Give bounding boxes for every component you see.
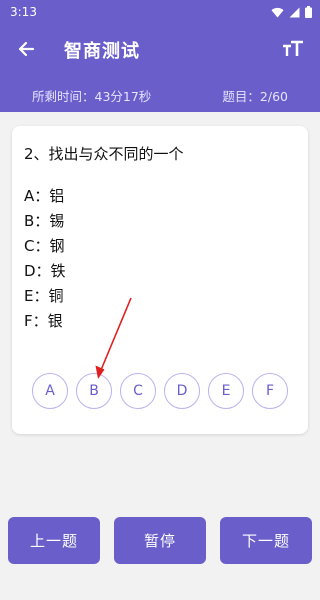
option-d: D：铁 — [24, 262, 66, 280]
time-remaining: 所剩时间：43分17秒 — [32, 89, 152, 104]
answer-button-f[interactable]: F — [252, 373, 288, 409]
page-title: 智商测试 — [64, 41, 140, 62]
option-a: A：铝 — [24, 187, 65, 205]
info-bar: 所剩时间：43分17秒 题目：2/60 — [0, 74, 320, 112]
answer-button-a[interactable]: A — [32, 373, 68, 409]
status-time: 3:13 — [10, 5, 37, 19]
signal-icon — [289, 7, 300, 17]
answer-button-d[interactable]: D — [164, 373, 200, 409]
status-bar: 3:13 — [0, 0, 320, 24]
options-list: A：铝 B：锡 C：钢 D：铁 E：铜 F：银 — [24, 184, 66, 334]
option-f: F：银 — [24, 312, 63, 330]
question-card: 2、找出与众不同的一个 A：铝 B：锡 C：钢 D：铁 E：铜 F：银 A B … — [12, 126, 308, 434]
option-e: E：铜 — [24, 287, 64, 305]
arrow-left-icon — [18, 41, 35, 57]
question-text: 2、找出与众不同的一个 — [24, 145, 184, 163]
answer-button-c[interactable]: C — [120, 373, 156, 409]
text-size-button[interactable] — [282, 39, 304, 59]
next-question-button[interactable]: 下一题 — [220, 517, 312, 564]
pause-button[interactable]: 暂停 — [114, 517, 206, 564]
status-icons — [271, 6, 312, 18]
app-bar: 智商测试 — [0, 24, 320, 74]
previous-question-button[interactable]: 上一题 — [8, 517, 100, 564]
question-counter: 题目：2/60 — [222, 89, 288, 104]
back-button[interactable] — [14, 37, 38, 61]
answer-button-e[interactable]: E — [208, 373, 244, 409]
option-b: B：锡 — [24, 212, 65, 230]
battery-icon — [305, 6, 312, 18]
answer-button-b[interactable]: B — [76, 373, 112, 409]
text-size-icon — [283, 40, 303, 56]
option-c: C：钢 — [24, 237, 65, 255]
wifi-icon — [271, 7, 284, 18]
answer-buttons: A B C D E F — [32, 373, 288, 411]
